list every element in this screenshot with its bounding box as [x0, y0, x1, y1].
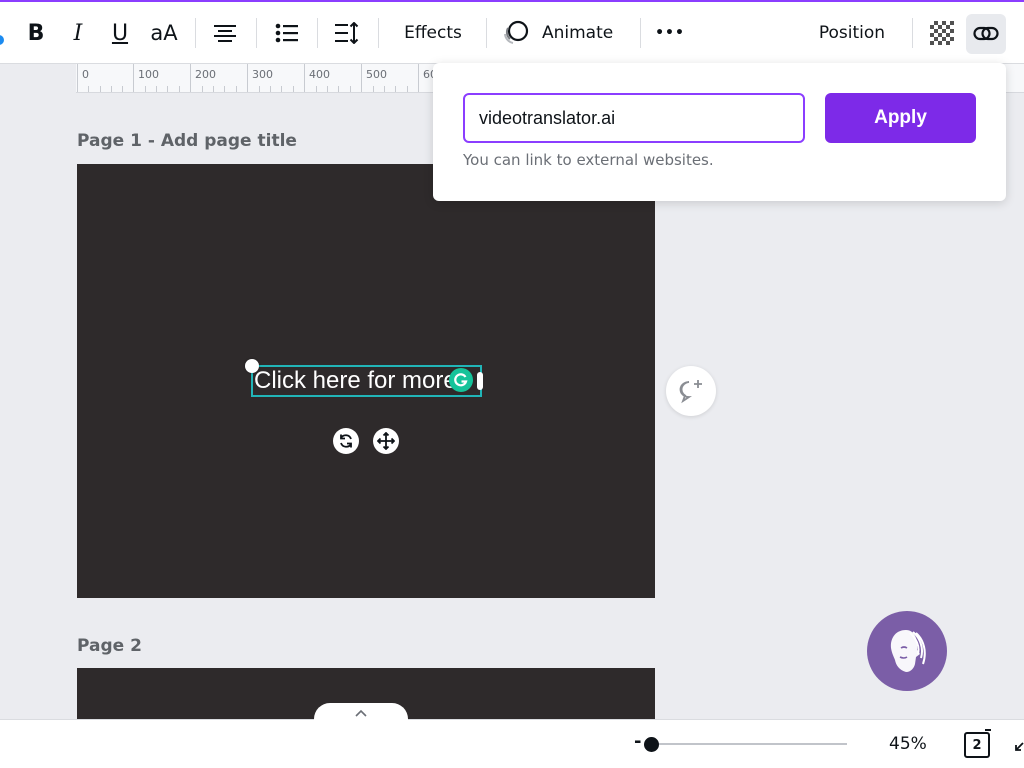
position-button[interactable]: Position [810, 14, 894, 52]
collapse-pages-button[interactable] [314, 703, 408, 727]
link-hint-text: You can link to external websites. [463, 151, 714, 169]
resize-handle[interactable] [245, 359, 259, 373]
add-comment-button[interactable] [666, 366, 716, 416]
ruler-tick [77, 64, 78, 92]
add-comment-icon [679, 380, 702, 404]
zoom-out-button[interactable]: - [634, 731, 641, 752]
toolbar-divider [640, 18, 641, 48]
ruler-label: 200 [195, 68, 216, 81]
more-options-button[interactable]: ••• [652, 14, 688, 52]
page-count: 2 [972, 737, 982, 753]
text-color-indicator[interactable] [0, 35, 4, 45]
ruler-tick [361, 64, 362, 92]
ruler-tick [418, 64, 419, 92]
effects-button[interactable]: Effects [394, 14, 472, 52]
ruler-tick [304, 64, 305, 92]
grammarly-icon [454, 373, 468, 387]
letter-case-button[interactable]: aA [146, 14, 182, 52]
page-2-title[interactable]: Page 2 [77, 636, 142, 656]
assistant-avatar-icon [890, 630, 926, 672]
ruler-label: 100 [138, 68, 159, 81]
align-center-icon [214, 25, 236, 42]
bold-button[interactable]: B [22, 14, 50, 52]
transparency-button[interactable] [928, 14, 956, 52]
bottom-bar [0, 719, 1024, 768]
chevron-up-icon [355, 709, 367, 717]
zoom-level[interactable]: 45% [889, 734, 927, 754]
toolbar-divider [195, 18, 196, 48]
assistant-avatar-button[interactable] [867, 611, 947, 691]
toolbar-divider [256, 18, 257, 48]
animate-icon [504, 20, 529, 44]
ruler-tick [133, 64, 134, 92]
ruler-label: 300 [252, 68, 273, 81]
top-toolbar: B I U aA Effects Animate ••• Position [0, 0, 1024, 64]
link-popover: Apply You can link to external websites. [433, 63, 1006, 201]
toolbar-divider [912, 18, 913, 48]
bullet-list-icon [275, 23, 298, 43]
align-button[interactable] [210, 14, 240, 52]
link-icon [973, 26, 999, 41]
ruler-label: 400 [309, 68, 330, 81]
page-1-title[interactable]: Page 1 - Add page title [77, 131, 297, 151]
toolbar-divider [486, 18, 487, 48]
rotate-icon [340, 434, 352, 448]
expand-icon[interactable] [1014, 742, 1024, 756]
link-button[interactable] [966, 14, 1006, 54]
italic-button[interactable]: I [64, 14, 92, 52]
move-button[interactable] [373, 428, 399, 454]
grammarly-button[interactable] [449, 368, 473, 392]
spacing-button[interactable] [332, 14, 362, 52]
line-spacing-icon [335, 22, 359, 44]
move-icon [377, 432, 395, 450]
toolbar-divider [317, 18, 318, 48]
ruler-label: 0 [82, 68, 89, 81]
animate-label: Animate [542, 23, 614, 43]
zoom-slider-knob[interactable] [644, 737, 659, 752]
toolbar-divider [378, 18, 379, 48]
link-url-input[interactable] [463, 93, 805, 143]
ruler-tick [247, 64, 248, 92]
apply-button[interactable]: Apply [825, 93, 976, 143]
selected-text-element[interactable]: Click here for more [251, 365, 482, 397]
ruler-label: 500 [366, 68, 387, 81]
ruler-tick [190, 64, 191, 92]
animate-button[interactable]: Animate [502, 14, 622, 52]
page-grid-button[interactable]: 2 [964, 732, 990, 758]
side-resize-handle[interactable] [477, 372, 483, 390]
rotate-button[interactable] [333, 428, 359, 454]
list-button[interactable] [272, 14, 302, 52]
page-grid-icon [985, 729, 991, 732]
transparency-icon [930, 21, 954, 45]
underline-button[interactable]: U [106, 14, 134, 52]
zoom-slider-track[interactable] [651, 743, 847, 745]
